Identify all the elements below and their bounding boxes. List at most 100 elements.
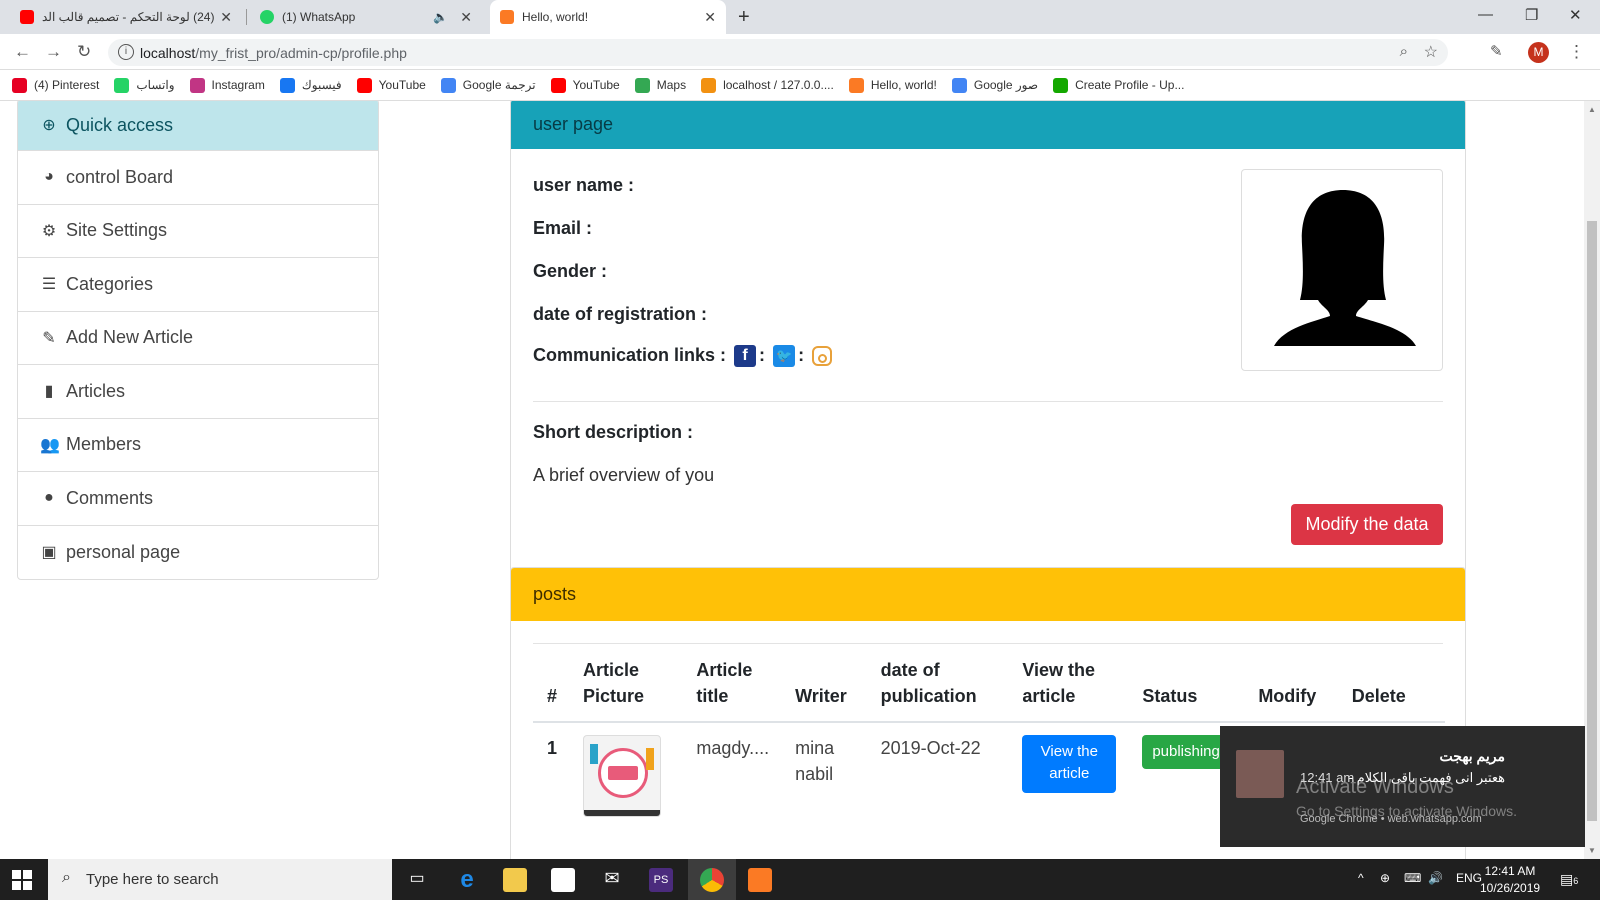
- bookmark-icon: [951, 77, 967, 93]
- reload-icon[interactable]: ↻: [77, 42, 91, 62]
- zoom-icon[interactable]: ⌕: [1400, 43, 1408, 60]
- browser-tab-3[interactable]: Hello, world! ✕: [490, 0, 726, 34]
- bookmark-icon: [550, 77, 566, 93]
- scroll-up-icon[interactable]: ▲: [1588, 105, 1596, 114]
- forward-icon[interactable]: →: [45, 42, 62, 62]
- links-label: Communication links :: [533, 345, 727, 365]
- bookmark-label: Google ترجمة: [462, 78, 536, 92]
- email-label: Email :: [533, 218, 593, 238]
- star-icon[interactable]: ☆: [1424, 42, 1438, 62]
- sidebar-item-categories[interactable]: ☰ Categories: [18, 258, 378, 312]
- info-icon[interactable]: i: [118, 44, 134, 60]
- article-thumbnail[interactable]: [583, 735, 662, 817]
- sidebar-item-comments[interactable]: ● Comments: [18, 472, 378, 526]
- modify-data-button[interactable]: Modify the data: [1291, 504, 1443, 545]
- id-card-icon: ▣: [41, 544, 57, 562]
- sidebar-item-label: Comments: [66, 487, 154, 508]
- view-article-button[interactable]: View the article: [1022, 735, 1117, 793]
- back-icon[interactable]: ←: [14, 42, 31, 62]
- network-icon[interactable]: ⊕: [1380, 871, 1390, 885]
- bookmark-item[interactable]: localhost / 127.0.0....: [701, 77, 834, 93]
- system-clock[interactable]: 12:41 AM 10/26/2019: [1480, 863, 1540, 897]
- sidebar-item-personal-page[interactable]: ▣ personal page: [18, 526, 378, 580]
- chrome-icon[interactable]: [700, 868, 724, 892]
- tab-title: Hello, world!: [522, 10, 589, 24]
- bookmark-item[interactable]: YouTube: [550, 77, 620, 93]
- bookmark-label: YouTube: [572, 78, 620, 92]
- whatsapp-notification[interactable]: مريم بهجت 12:41 am هعتبر انى فهمت باقى ا…: [1220, 726, 1585, 847]
- browser-tab-2[interactable]: (1) WhatsApp 🔈 ✕: [250, 0, 482, 34]
- bookmark-icon: [279, 77, 295, 93]
- eyedropper-icon[interactable]: ✎: [1490, 42, 1503, 60]
- taskbar-search[interactable]: ⌕ Type here to search: [48, 859, 392, 900]
- close-icon[interactable]: ✕: [460, 9, 472, 26]
- chevron-up-icon[interactable]: ^: [1358, 871, 1364, 885]
- sidebar-item-members[interactable]: 👥 Members: [18, 419, 378, 472]
- window-close-button[interactable]: ✕: [1569, 6, 1582, 24]
- gender-label: Gender :: [533, 261, 608, 281]
- bookmark-item[interactable]: فيسبوك: [279, 77, 342, 93]
- task-view-icon[interactable]: ▭: [405, 868, 429, 892]
- scroll-down-icon[interactable]: ▼: [1588, 846, 1596, 855]
- bookmark-item[interactable]: YouTube: [356, 77, 426, 93]
- page-scrollbar[interactable]: ▲ ▼: [1584, 101, 1600, 859]
- scrollbar-thumb[interactable]: [1587, 221, 1597, 821]
- plus-circle-icon: ⊕: [42, 117, 56, 134]
- address-bar[interactable]: i localhost/my_frist_pro/admin-cp/profil…: [108, 39, 1448, 66]
- facebook-icon[interactable]: f: [734, 345, 757, 368]
- bookmark-item[interactable]: واتساب: [114, 77, 175, 93]
- bookmark-label: Google صور: [973, 78, 1039, 92]
- sidebar-item-site-settings[interactable]: ⚙ Site Settings: [18, 205, 378, 258]
- windows-start-icon[interactable]: [12, 870, 32, 890]
- language-indicator[interactable]: ENG: [1456, 871, 1482, 885]
- xampp-icon: [500, 10, 514, 24]
- action-center-icon[interactable]: ▤6: [1560, 871, 1578, 888]
- close-icon[interactable]: ✕: [220, 9, 232, 26]
- instagram-icon[interactable]: [812, 346, 833, 367]
- bookmark-item[interactable]: Google ترجمة: [440, 77, 536, 93]
- twitter-icon[interactable]: 🐦: [773, 345, 796, 368]
- separator: :: [759, 345, 766, 365]
- users-icon: 👥: [40, 436, 60, 454]
- search-placeholder: Type here to search: [86, 871, 219, 888]
- bookmark-item[interactable]: Create Profile - Up...: [1053, 77, 1185, 93]
- new-tab-button[interactable]: +: [738, 6, 750, 29]
- bookmark-label: (4) Pinterest: [34, 78, 100, 92]
- whatsapp-icon: [260, 10, 274, 24]
- bookmark-item[interactable]: (4) Pinterest: [12, 77, 100, 93]
- bookmark-item[interactable]: Instagram: [189, 77, 265, 93]
- tab-title: (1) WhatsApp: [282, 10, 356, 24]
- bookmark-icon: [848, 77, 864, 93]
- links-row: Communication links : f: 🐦:: [533, 345, 835, 368]
- edge-icon[interactable]: e: [455, 868, 479, 892]
- mail-icon[interactable]: ✉: [600, 868, 624, 892]
- profile-avatar[interactable]: M: [1528, 42, 1549, 63]
- browser-tab-1[interactable]: (24) لوحة التحكم - تصميم قالب الد ✕: [10, 0, 242, 34]
- short-description-label: Short description :: [533, 422, 694, 442]
- publication-date: 2019-Oct-22: [880, 738, 981, 758]
- keyboard-icon[interactable]: ⌨: [1404, 871, 1421, 885]
- store-icon[interactable]: [551, 868, 575, 892]
- phpstorm-icon[interactable]: PS: [649, 868, 673, 892]
- sidebar-item-add-new-article[interactable]: ✎ Add New Article: [18, 312, 378, 365]
- minimize-button[interactable]: —: [1478, 6, 1493, 23]
- menu-icon[interactable]: ⋮: [1568, 42, 1585, 62]
- bookmark-icon: [440, 77, 456, 93]
- bookmark-item[interactable]: Google صور: [951, 77, 1039, 93]
- speaker-icon[interactable]: 🔈: [433, 10, 448, 24]
- sidebar-item-control-board[interactable]: ◕ control Board: [18, 151, 378, 205]
- bookmark-label: Create Profile - Up...: [1075, 78, 1185, 92]
- file-explorer-icon[interactable]: [503, 868, 527, 892]
- bookmark-item[interactable]: Maps: [634, 77, 686, 93]
- xampp-icon[interactable]: [748, 868, 772, 892]
- volume-icon[interactable]: 🔊: [1428, 871, 1443, 885]
- bookmark-icon: [356, 77, 372, 93]
- close-icon[interactable]: ✕: [704, 9, 716, 26]
- column-header: View the article: [1008, 643, 1129, 723]
- search-icon: ⌕: [62, 869, 71, 886]
- sidebar-item-articles[interactable]: ▮ Articles: [18, 365, 378, 419]
- sidebar-item-quick-access[interactable]: ⊕ Quick access: [18, 101, 378, 151]
- bookmark-item[interactable]: Hello, world!: [848, 77, 937, 93]
- restore-button[interactable]: ❐: [1525, 6, 1538, 24]
- status-badge[interactable]: publishing: [1142, 735, 1233, 769]
